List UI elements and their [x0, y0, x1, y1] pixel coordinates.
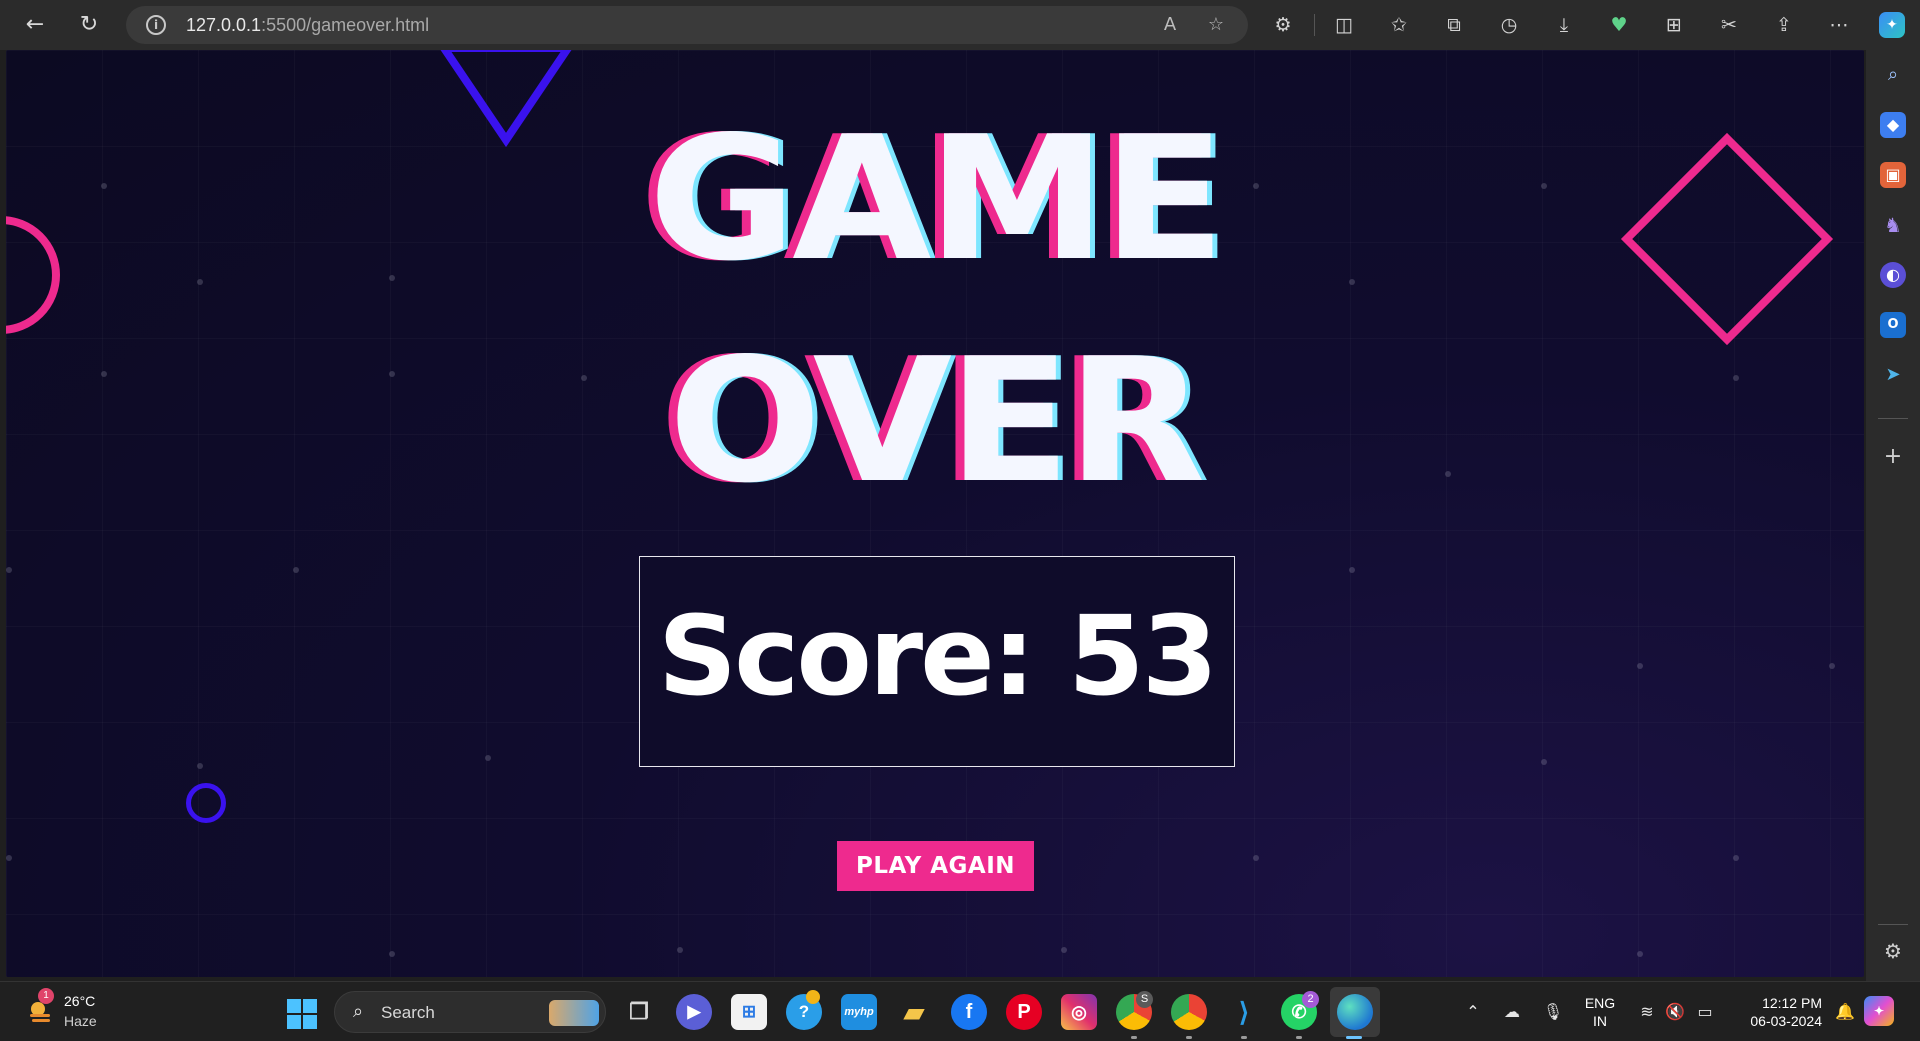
instagram-icon[interactable]: ◎ — [1061, 994, 1097, 1030]
file-explorer-icon[interactable]: ▰ — [896, 994, 932, 1030]
show-hidden-icons-icon[interactable]: ⌃ — [1462, 1001, 1484, 1023]
background-dot — [485, 755, 491, 761]
shopping-tag-icon[interactable]: ◆ — [1880, 112, 1906, 138]
copilot-icon[interactable]: ✦ — [1879, 12, 1905, 38]
refresh-icon[interactable]: ↻ — [74, 10, 104, 40]
running-indicator — [1186, 1036, 1192, 1039]
toolbar-divider — [1314, 14, 1315, 36]
game-over-title-line1: GAME — [648, 100, 1225, 299]
onedrive-icon[interactable]: ☁ — [1501, 1001, 1523, 1023]
background-dot — [1541, 759, 1547, 765]
running-indicator — [1296, 1036, 1302, 1039]
pinterest-icon[interactable]: P — [1006, 994, 1042, 1030]
screenshot-icon[interactable]: ✂ — [1716, 12, 1742, 38]
search-icon[interactable]: ⌕ — [1880, 62, 1906, 88]
search-label: Search — [381, 1003, 435, 1022]
more-options-icon[interactable]: ⋯ — [1826, 12, 1852, 38]
clock-time: 12:12 PM — [1762, 995, 1822, 1011]
edge-browser-icon[interactable] — [1337, 994, 1373, 1030]
background-dot — [1637, 951, 1643, 957]
background-dot — [677, 947, 683, 953]
notification-bell-icon[interactable]: 🔔 — [1834, 1001, 1856, 1023]
browser-essentials-icon[interactable]: ♥ — [1606, 12, 1632, 38]
background-dot — [1061, 947, 1067, 953]
search-highlight-image — [549, 1000, 599, 1026]
clock[interactable]: 12:12 PM 06-03-2024 — [1732, 994, 1822, 1030]
favorite-star-icon[interactable]: ☆ — [1204, 13, 1228, 37]
weather-badge: 1 — [38, 988, 54, 1004]
read-aloud-icon[interactable]: A — [1158, 13, 1182, 37]
background-dot — [6, 855, 12, 861]
edge-sidebar: ⌕ ◆ ▣ ♞ ◐ O ➤ + ⚙ — [1866, 50, 1920, 981]
downloads-icon[interactable]: ⤓ — [1551, 12, 1577, 38]
windows-taskbar: 1 26°C Haze ⌕ Search ❐ ▶ ⊞ ? myhp ▰ f P … — [0, 981, 1920, 1041]
settings-gear-icon[interactable]: ⚙ — [1880, 938, 1906, 964]
chrome-profile-2-icon[interactable] — [1171, 994, 1207, 1030]
active-indicator — [1346, 1036, 1362, 1039]
outlook-icon[interactable]: O — [1880, 312, 1906, 338]
games-icon[interactable]: ♞ — [1880, 212, 1906, 238]
drop-icon[interactable]: ➤ — [1880, 362, 1906, 388]
microphone-icon[interactable]: 🎙 — [1542, 1001, 1564, 1023]
score-text: Score: 53 — [657, 592, 1218, 720]
copilot-preview-icon[interactable]: ✦ — [1864, 996, 1894, 1026]
region-code: IN — [1593, 1013, 1607, 1029]
microsoft-365-icon[interactable]: ◐ — [1880, 262, 1906, 288]
background-dot — [197, 763, 203, 769]
microsoft-store-icon[interactable]: ⊞ — [731, 994, 767, 1030]
get-help-badge — [806, 990, 820, 1004]
sidebar-divider — [1878, 418, 1908, 419]
running-indicator — [1241, 1036, 1247, 1039]
vscode-icon[interactable]: ⟩ — [1226, 994, 1262, 1030]
background-dot — [1637, 663, 1643, 669]
wifi-icon[interactable]: ≋ — [1636, 1001, 1658, 1023]
background-dot — [1733, 855, 1739, 861]
running-indicator — [1131, 1036, 1137, 1039]
address-bar[interactable]: i 127.0.0.1:5500/gameover.html A ☆ — [126, 6, 1248, 44]
ring-shape-small — [186, 783, 226, 823]
background-dot — [6, 567, 12, 573]
background-dot — [1253, 855, 1259, 861]
weather-condition[interactable]: Haze — [64, 1013, 97, 1029]
weather-temperature[interactable]: 26°C — [64, 993, 95, 1009]
split-screen-icon[interactable]: ◫ — [1331, 12, 1357, 38]
background-dot — [1829, 663, 1835, 669]
chat-app-icon[interactable]: ▶ — [676, 994, 712, 1030]
apps-icon[interactable]: ⊞ — [1661, 12, 1687, 38]
url-text[interactable]: 127.0.0.1:5500/gameover.html — [186, 15, 429, 36]
facebook-icon[interactable]: f — [951, 994, 987, 1030]
game-over-page: GAME OVER Score: 53 PLAY AGAIN — [6, 50, 1864, 977]
search-icon: ⌕ — [352, 1001, 364, 1022]
score-box: Score: 53 — [639, 556, 1235, 767]
site-info-icon[interactable]: i — [146, 15, 166, 35]
language-code: ENG — [1584, 995, 1616, 1011]
battery-icon[interactable]: ▭ — [1694, 1001, 1716, 1023]
share-icon[interactable]: ⇪ — [1771, 12, 1797, 38]
sidebar-divider-bottom — [1878, 924, 1908, 925]
myhp-icon[interactable]: myhp — [841, 994, 877, 1030]
chrome-profile-badge: S — [1136, 991, 1153, 1008]
collections-icon[interactable]: ⧉ — [1441, 12, 1467, 38]
whatsapp-badge: 2 — [1302, 991, 1319, 1008]
background-dot — [293, 567, 299, 573]
browser-toolbar: ← ↻ i 127.0.0.1:5500/gameover.html A ☆ ⚙… — [0, 0, 1920, 50]
background-dot — [1349, 567, 1355, 573]
clock-date: 06-03-2024 — [1750, 1013, 1822, 1029]
favorites-icon[interactable]: ✩ — [1386, 12, 1412, 38]
game-over-title-line2: OVER — [668, 322, 1205, 521]
history-icon[interactable]: ◷ — [1496, 12, 1522, 38]
task-view-icon[interactable]: ❐ — [621, 994, 657, 1030]
extensions-icon[interactable]: ⚙ — [1270, 12, 1296, 38]
taskbar-search[interactable]: ⌕ Search — [334, 991, 606, 1033]
background-dot — [389, 951, 395, 957]
add-icon[interactable]: + — [1880, 444, 1906, 470]
volume-muted-icon[interactable]: 🔇 — [1664, 1001, 1686, 1023]
tools-briefcase-icon[interactable]: ▣ — [1880, 162, 1906, 188]
play-again-button[interactable]: PLAY AGAIN — [837, 841, 1034, 891]
language-indicator[interactable]: ENG IN — [1580, 994, 1620, 1030]
back-icon[interactable]: ← — [20, 10, 50, 40]
windows-start-icon[interactable] — [287, 999, 317, 1029]
